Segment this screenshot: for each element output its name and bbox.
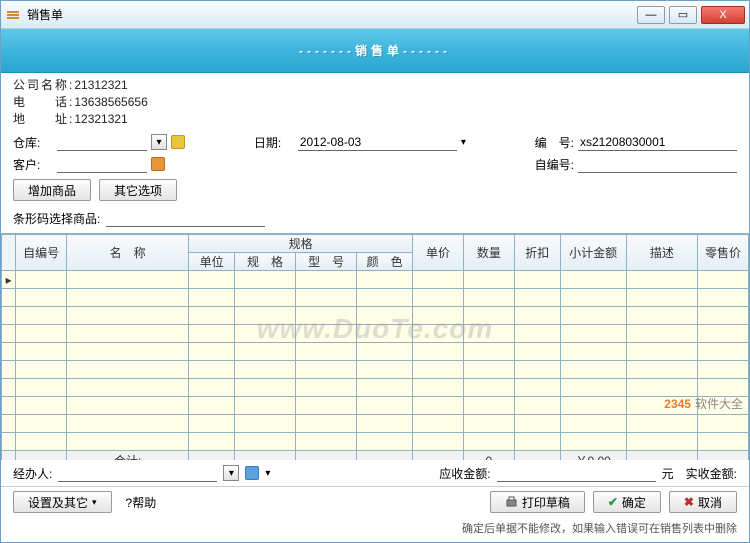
confirm-button[interactable]: ✔确定	[593, 491, 661, 513]
window-title: 销售单	[27, 6, 63, 23]
company-phone: 13638565656	[74, 94, 147, 111]
col-discount[interactable]: 折扣	[514, 235, 560, 271]
site-badge: 2345软件大全	[664, 395, 743, 412]
close-button[interactable]: X	[701, 6, 745, 24]
col-retail[interactable]: 零售价	[697, 235, 748, 271]
receivable-input[interactable]	[497, 464, 656, 482]
receivable-label: 应收金额:	[439, 465, 490, 482]
col-selfcode[interactable]: 自编号	[16, 235, 67, 271]
add-item-button[interactable]: 增加商品	[13, 179, 91, 201]
col-desc[interactable]: 描述	[626, 235, 697, 271]
printer-icon	[505, 496, 518, 509]
check-icon: ✔	[608, 495, 618, 509]
titlebar: 销售单 — ▭ X	[1, 1, 749, 29]
other-options-button[interactable]: 其它选项	[99, 179, 177, 201]
table-row[interactable]	[2, 289, 749, 307]
help-link[interactable]: ?帮助	[120, 494, 163, 511]
footer-hint: 确定后单据不能修改，如果输入错误可在销售列表中删除	[1, 517, 749, 542]
cancel-button[interactable]: ✖取消	[669, 491, 737, 513]
row-indicator-header	[2, 235, 16, 271]
table-row[interactable]	[2, 415, 749, 433]
date-input[interactable]	[298, 133, 457, 151]
warehouse-label: 仓库:	[13, 134, 53, 151]
minimize-button[interactable]: —	[637, 6, 665, 24]
table-row[interactable]	[2, 343, 749, 361]
app-icon	[5, 7, 21, 23]
barcode-input[interactable]	[106, 209, 265, 227]
table-row[interactable]	[2, 379, 749, 397]
totals-label: 合计:	[67, 451, 189, 460]
customer-label: 客户:	[13, 156, 53, 173]
totals-row: 合计: 0 ￥0.00	[2, 451, 749, 460]
handler-expand-icon[interactable]: ▾	[265, 468, 270, 479]
handler-lookup-icon[interactable]	[245, 466, 259, 480]
customer-lookup-icon[interactable]	[151, 157, 165, 171]
totals-subtotal: ￥0.00	[560, 451, 626, 460]
company-addr-label: 地 址:	[13, 111, 74, 128]
chevron-down-icon: ▾	[92, 497, 97, 508]
items-table-wrap: 自编号 名 称 规格 单价 数量 折扣 小计金额 描述 零售价 单位 规 格 型…	[1, 234, 749, 460]
settings-button[interactable]: 设置及其它▾	[13, 491, 112, 513]
items-table: 自编号 名 称 规格 单价 数量 折扣 小计金额 描述 零售价 单位 规 格 型…	[1, 234, 749, 460]
barcode-label: 条形码选择商品:	[13, 210, 100, 227]
col-name[interactable]: 名 称	[67, 235, 189, 271]
col-spec[interactable]: 规 格	[235, 253, 296, 271]
company-addr: 12321321	[74, 111, 127, 128]
warehouse-dropdown-button[interactable]: ▾	[151, 134, 167, 150]
company-info: 公司名称:21312321 电 话:13638565656 地 址:123213…	[1, 73, 749, 129]
company-name-label: 公司名称:	[13, 77, 74, 94]
col-spec-group[interactable]: 规格	[189, 235, 413, 253]
company-phone-label: 电 话:	[13, 94, 74, 111]
table-row[interactable]	[2, 361, 749, 379]
actual-label: 实收金额:	[686, 465, 737, 482]
selfcode-label: 自编号:	[535, 156, 574, 173]
handler-label: 经办人:	[13, 465, 52, 482]
col-qty[interactable]: 数量	[463, 235, 514, 271]
col-subtotal[interactable]: 小计金额	[560, 235, 626, 271]
table-row[interactable]	[2, 325, 749, 343]
handler-input[interactable]	[58, 464, 217, 482]
customer-input[interactable]	[57, 155, 147, 173]
totals-qty: 0	[463, 451, 514, 460]
table-row[interactable]	[2, 433, 749, 451]
date-dropdown-icon[interactable]: ▾	[461, 137, 466, 148]
col-model[interactable]: 型 号	[296, 253, 357, 271]
code-label: 编 号:	[535, 134, 574, 151]
table-row[interactable]	[2, 397, 749, 415]
handler-dropdown-button[interactable]: ▾	[223, 465, 239, 481]
receivable-unit: 元	[662, 465, 674, 482]
warehouse-input[interactable]	[57, 133, 147, 151]
col-unit[interactable]: 单位	[189, 253, 235, 271]
date-label: 日期:	[254, 134, 294, 151]
table-row[interactable]: ▸	[2, 271, 749, 289]
print-draft-button[interactable]: 打印草稿	[490, 491, 585, 513]
banner: -------销售单------	[1, 29, 749, 73]
col-price[interactable]: 单价	[413, 235, 464, 271]
maximize-button[interactable]: ▭	[669, 6, 697, 24]
x-icon: ✖	[684, 495, 694, 509]
banner-title: -------销售单------	[299, 42, 451, 59]
warehouse-lookup-icon[interactable]	[171, 135, 185, 149]
selfcode-input[interactable]	[578, 155, 737, 173]
company-name: 21312321	[74, 77, 127, 94]
code-input[interactable]	[578, 133, 737, 151]
current-row-indicator: ▸	[2, 271, 16, 289]
col-color[interactable]: 颜 色	[357, 253, 413, 271]
table-row[interactable]	[2, 307, 749, 325]
